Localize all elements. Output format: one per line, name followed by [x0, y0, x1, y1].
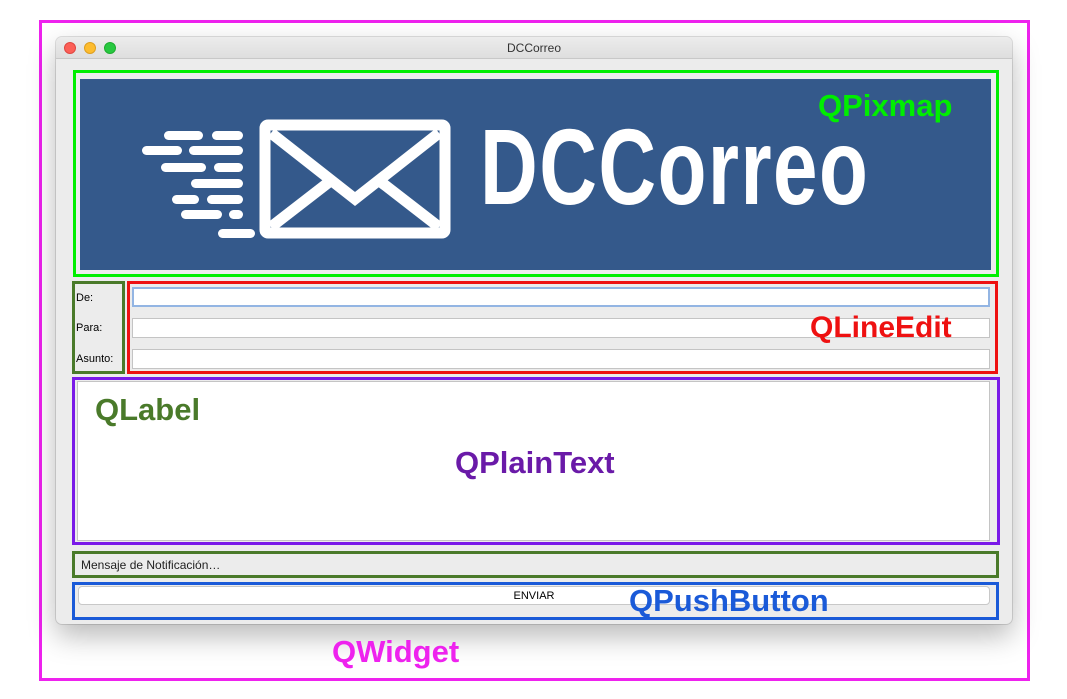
- qwidget-annotation-label: QWidget: [332, 634, 460, 669]
- qlineedit-annotation-label: QLineEdit: [810, 311, 952, 344]
- qlabel-annotation-label: QLabel: [95, 392, 201, 427]
- window-title: DCCorreo: [506, 41, 561, 55]
- qlabel-notification-annotation-box: [72, 551, 999, 578]
- qlabel-form-annotation-box: [72, 281, 125, 374]
- qplaintext-annotation-label: QPlainText: [455, 445, 615, 480]
- qpushbutton-annotation-box: [72, 582, 999, 620]
- qpixmap-annotation-label: QPixmap: [818, 88, 953, 123]
- title-bar: DCCorreo: [56, 37, 1012, 59]
- qpushbutton-annotation-label: QPushButton: [629, 583, 829, 618]
